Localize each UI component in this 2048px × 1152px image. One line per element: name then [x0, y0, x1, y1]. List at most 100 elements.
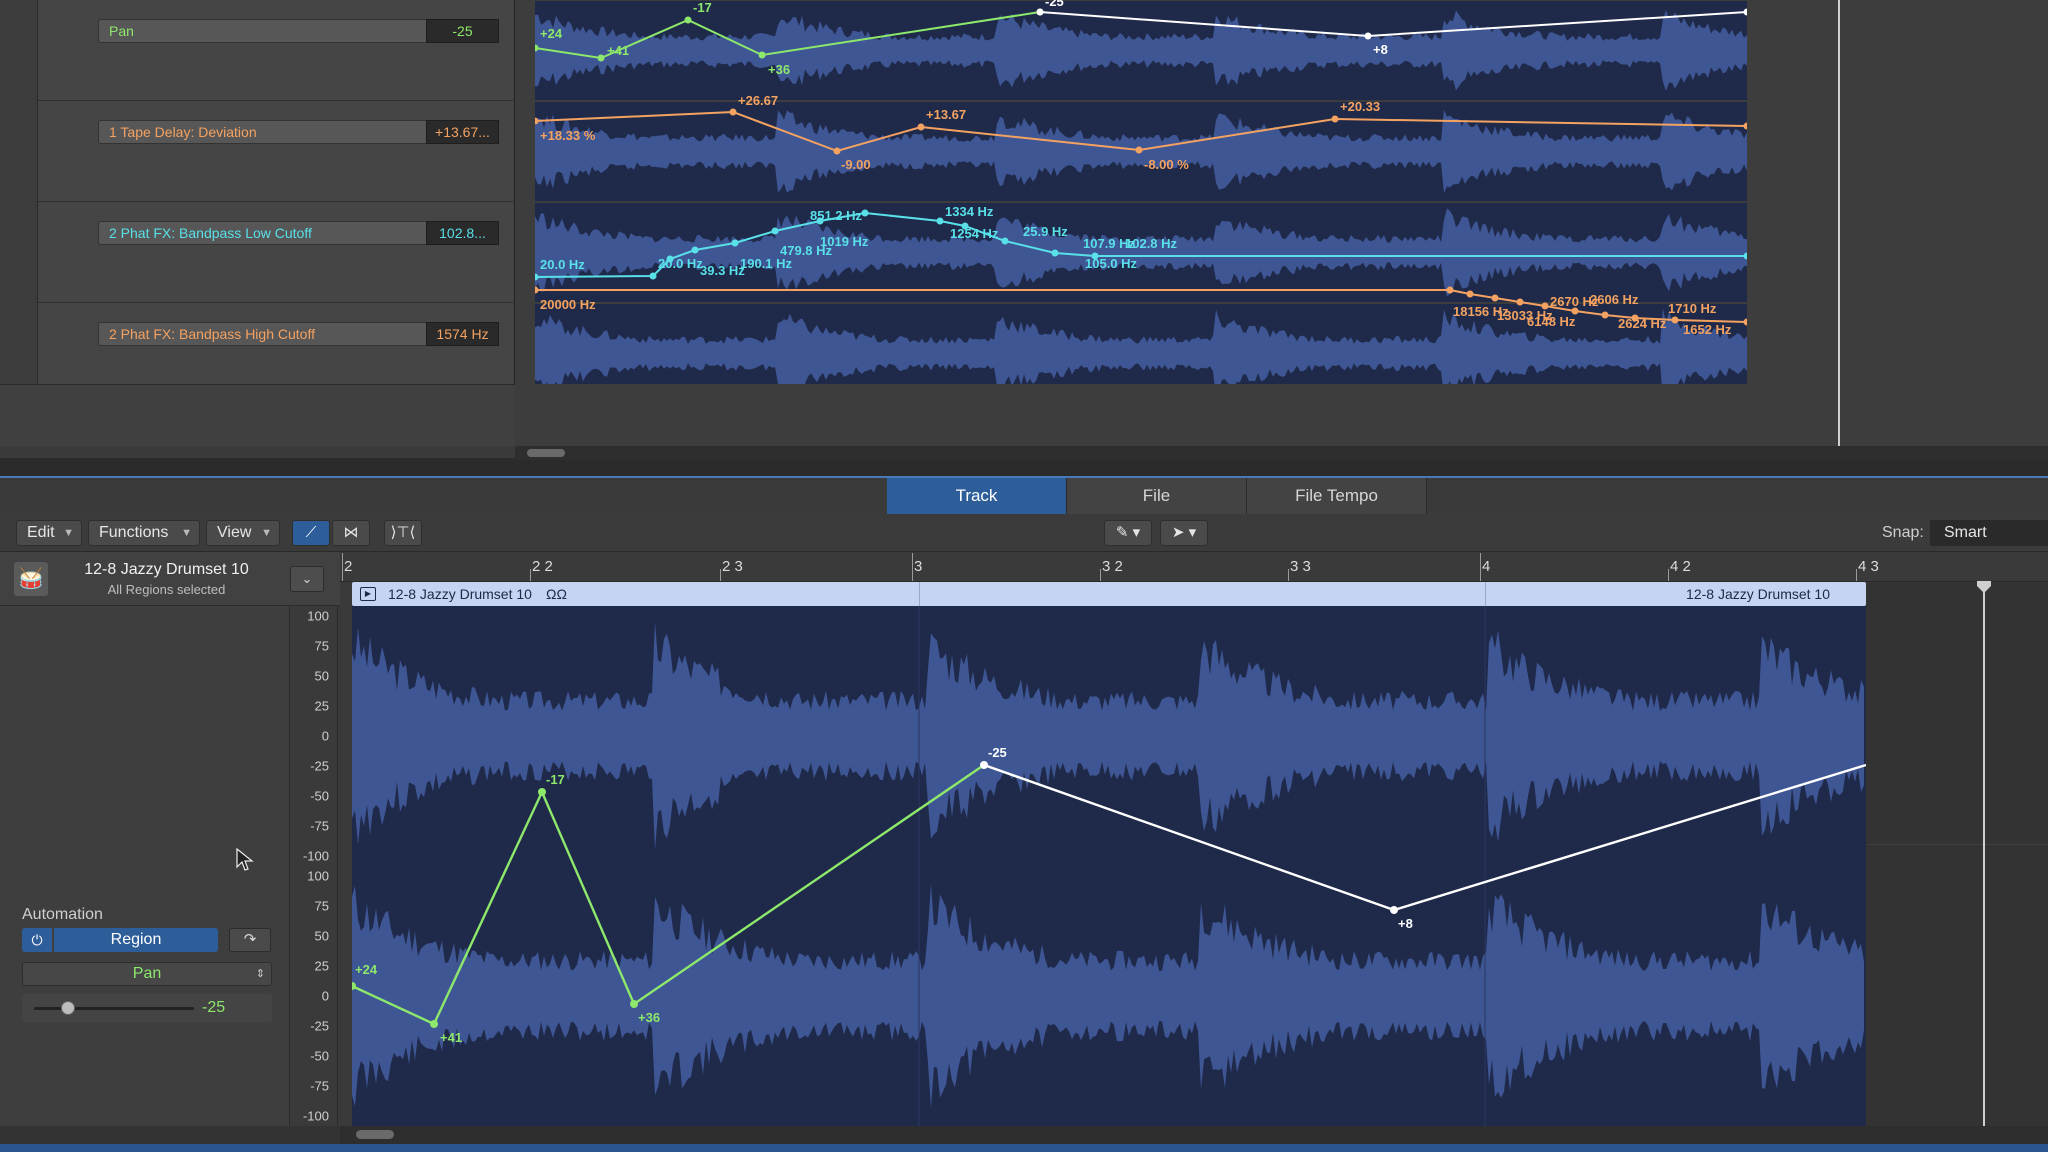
automation-mode-button[interactable]: Region [54, 928, 218, 952]
pointer-icon: ➤ ▾ [1171, 524, 1197, 541]
pencil-tool-menu[interactable]: ✎ ▾ [1104, 520, 1152, 546]
point-label: +24 [540, 26, 563, 41]
playhead-icon[interactable] [1976, 580, 1992, 594]
slider-knob[interactable] [60, 1001, 75, 1015]
automation-power-button[interactable]: ⏻ [22, 928, 52, 952]
lane-param-label: 1 Tape Delay: Deviation [109, 124, 257, 140]
point-label: 1254 Hz [950, 226, 999, 241]
empty-track-area [1866, 582, 2048, 1142]
point-label: 20.0 Hz [658, 256, 703, 271]
waveform-automation-canvas[interactable]: +24 +41 -17 +36 -25 +8 [352, 606, 1866, 1126]
ruler-label: 4 2 [1670, 558, 1691, 575]
catch-icon: ⌄ [301, 571, 313, 586]
scale-label-top: 25 [314, 698, 329, 714]
automation-point [1516, 298, 1524, 306]
divider [1866, 844, 2048, 845]
automation-curve-icon: ⟋ [305, 524, 317, 541]
functions-menu[interactable]: Functions ▼ [88, 520, 200, 546]
view-menu[interactable]: View ▼ [206, 520, 280, 546]
play-region-icon[interactable]: ▶ [360, 587, 376, 601]
pointer-tool-menu[interactable]: ➤ ▾ [1160, 520, 1208, 546]
lane-param-value[interactable]: +13.67... [426, 120, 499, 144]
mouse-pointer-icon [236, 848, 254, 871]
point-label: +8 [1373, 42, 1388, 57]
track-strip [0, 0, 38, 384]
curved-arrow-icon: ↷ [243, 931, 257, 948]
automation-point [1051, 249, 1059, 257]
scale-label-bottom: 100 [307, 868, 329, 884]
lane-param-value[interactable]: -25 [426, 19, 499, 43]
scale-label-top: -25 [310, 758, 329, 774]
automation-point [936, 217, 944, 225]
automation-track-button[interactable]: ↷ [229, 928, 271, 952]
region-header-bar[interactable]: ▶ 12-8 Jazzy Drumset 10 ΩΩ 12-8 Jazzy Dr… [352, 582, 1866, 606]
horizontal-scrollbar[interactable] [515, 446, 2048, 460]
pencil-icon: ✎ ▾ [1115, 524, 1141, 541]
edit-menu-label: Edit [27, 524, 55, 541]
point-label: -25 [1045, 0, 1064, 9]
point-label: 105.0 Hz [1085, 256, 1138, 271]
ruler-tick [1288, 569, 1289, 581]
point-label: +20.33 [1340, 99, 1380, 114]
bar-ruler[interactable]: 2 2 2 2 3 3 3 2 3 3 4 4 2 4 3 [340, 552, 2048, 582]
automation-value-slider[interactable]: -25 [22, 994, 272, 1022]
ruler-tick [720, 569, 721, 581]
automation-view-button[interactable]: ⟋ [292, 520, 330, 546]
ruler-tick [912, 553, 913, 581]
lane-param-value[interactable]: 1574 Hz [426, 322, 499, 346]
scale-label-bottom: -75 [310, 1078, 329, 1094]
scale-label-bottom: 75 [314, 898, 329, 914]
catch-button[interactable]: ⌄ [290, 566, 324, 592]
scale-label-bottom: -25 [310, 1018, 329, 1034]
lane-param-select[interactable]: 1 Tape Delay: Deviation ⇕ [98, 120, 456, 144]
region-name: 12-8 Jazzy Drumset 10 [388, 586, 532, 602]
logic-window: Pan ▲ -25 1 Tape Delay: Deviation ⇕ +13.… [0, 0, 2048, 1152]
lane-header-deviation: 1 Tape Delay: Deviation ⇕ +13.67... [38, 101, 515, 202]
point-label: +36 [638, 1010, 660, 1025]
point-label: 1019 Hz [820, 234, 869, 249]
scale-label-bottom: 25 [314, 958, 329, 974]
ruler-label: 2 3 [722, 558, 743, 575]
ruler-label: 4 [1482, 558, 1491, 575]
scale-label-top: 75 [314, 638, 329, 654]
window-bottom-border [0, 1144, 2048, 1152]
lane-param-select[interactable]: Pan ▲ [98, 19, 456, 43]
flex-view-button[interactable]: ⋈ [332, 520, 370, 546]
lane-param-select[interactable]: 2 Phat FX: Bandpass Low Cutoff ⇕ [98, 221, 456, 245]
edit-menu[interactable]: Edit ▼ [16, 520, 82, 546]
flex-icon: ⋈ [343, 524, 359, 541]
tab-file-tempo[interactable]: File Tempo [1247, 478, 1427, 514]
lane-param-value[interactable]: 102.8... [426, 221, 499, 245]
point-label: +36 [768, 62, 790, 77]
audio-editor: Track File File Tempo Edit ▼ Functions ▼ V… [0, 476, 2048, 1152]
tab-track[interactable]: Track [887, 478, 1067, 514]
automation-param-select[interactable]: Pan ⇕ [22, 962, 272, 986]
scroll-thumb[interactable] [356, 1130, 394, 1139]
horizontal-scrollbar[interactable] [340, 1126, 2048, 1144]
point-label: 20000 Hz [540, 297, 596, 312]
point-label: 2624 Hz [1618, 316, 1667, 331]
point-label: +18.33 % [540, 128, 596, 143]
automation-point [430, 1020, 438, 1028]
point-label: -9.00 [841, 157, 871, 172]
point-label: 25.9 Hz [1023, 224, 1068, 239]
automation-point [731, 239, 739, 247]
functions-menu-label: Functions [99, 524, 169, 541]
automation-point [630, 1000, 638, 1008]
automation-point [1364, 32, 1372, 40]
ruler-label: 3 3 [1290, 558, 1311, 575]
scroll-thumb[interactable] [527, 449, 565, 457]
snap-label: Snap: [1882, 524, 1924, 541]
automation-lanes-canvas[interactable]: +24 +41 -17 +36 -25 +8 +18.33 % +26.67 -9.00 +13.… [535, 0, 1747, 384]
automation-point [1135, 146, 1143, 154]
catch-playhead-button[interactable]: ⟩⊤⟨ [384, 520, 422, 546]
chevron-down-icon: ▼ [181, 527, 192, 539]
lane-param-select[interactable]: 2 Phat FX: Bandpass High Cutoff ⇕ [98, 322, 456, 346]
tab-file[interactable]: File [1067, 478, 1247, 514]
point-label: +13.67 [926, 107, 966, 122]
lane-header-pan: Pan ▲ -25 [38, 0, 515, 101]
point-label: -17 [546, 772, 565, 787]
editor-tabs: Track File File Tempo [887, 478, 1427, 514]
automation-point [1446, 286, 1454, 294]
snap-select[interactable]: Smart [1930, 520, 2048, 546]
